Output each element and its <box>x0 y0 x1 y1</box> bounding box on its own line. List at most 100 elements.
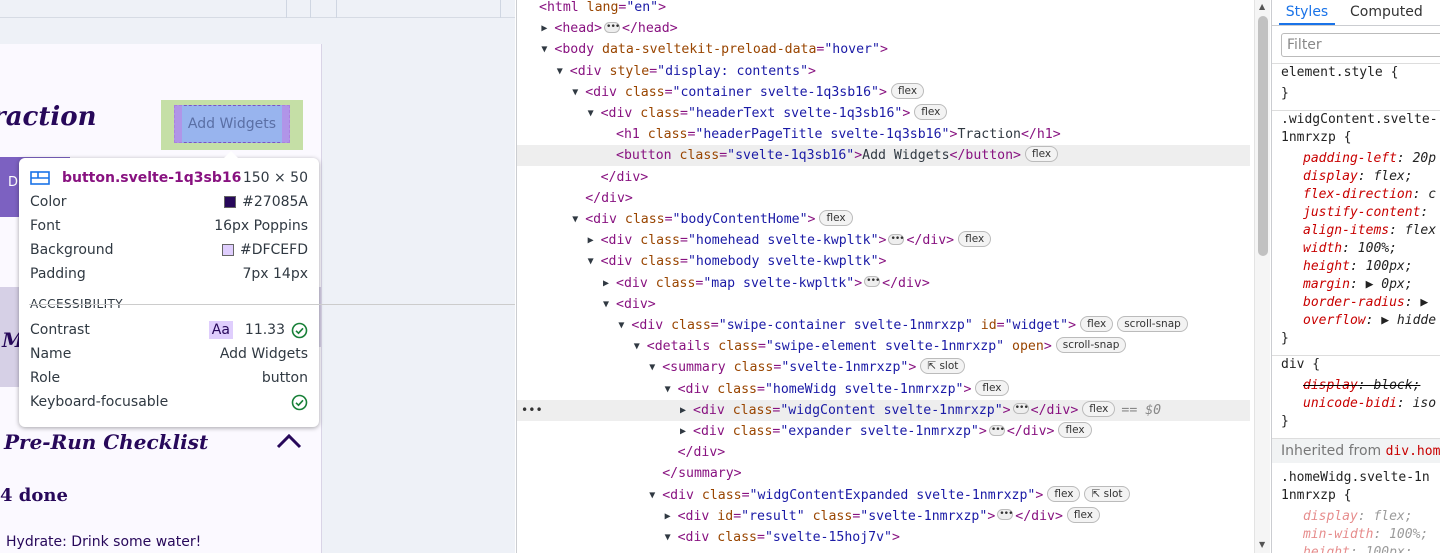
css-declaration[interactable]: align-items: flex <box>1303 222 1436 240</box>
css-declaration[interactable]: min-width: 100%; <box>1303 526 1428 544</box>
layout-badge[interactable]: flex <box>1066 506 1101 523</box>
css-declaration[interactable]: justify-content: <box>1303 204 1428 222</box>
collapsed-content-icon[interactable] <box>988 420 1005 441</box>
dom-node-row[interactable]: ▼ <div> <box>517 294 1250 315</box>
collapse-triangle-icon[interactable]: ▼ <box>588 103 594 124</box>
dom-node-row[interactable]: ▶ <head></head> <box>517 17 1250 39</box>
css-selector[interactable]: } <box>1281 330 1289 348</box>
collapse-triangle-icon[interactable]: ▼ <box>557 61 563 82</box>
dom-node-row[interactable]: ▼ <div class="container svelte-1q3sb16"> f… <box>517 82 1250 103</box>
dom-node-row[interactable]: <html lang="en"> <box>517 0 1250 18</box>
layout-badge[interactable]: ⇱ slot <box>1084 485 1130 502</box>
dom-node-row[interactable]: ▼ <div class="bodyContentHome"> flex <box>517 209 1250 230</box>
expand-triangle-icon[interactable]: ▶ <box>665 506 671 527</box>
layout-badge[interactable]: flex <box>1058 422 1092 438</box>
dom-node-row[interactable]: <h1 class="headerPageTitle svelte-1q3sb1… <box>517 124 1250 145</box>
css-declaration[interactable]: height: 100px; <box>1303 258 1413 276</box>
tab-computed[interactable]: Computed <box>1350 0 1423 25</box>
css-selector[interactable]: } <box>1281 413 1289 431</box>
chevron-up-icon[interactable] <box>276 432 302 450</box>
css-selector[interactable]: 1nmrxzp { <box>1281 487 1351 505</box>
css-declaration[interactable]: display: flex; <box>1303 508 1413 526</box>
dom-node-row[interactable]: ▼ <details class="swipe-element svelte-1n… <box>517 336 1250 357</box>
checklist-item[interactable]: Hydrate: Drink some water! <box>6 534 201 550</box>
dom-node-row[interactable]: ▶ <div id="result" class="svelte-1nmrxzp"… <box>517 504 1250 527</box>
css-declaration[interactable]: width: 100%; <box>1303 240 1397 258</box>
css-declaration[interactable]: display: flex; <box>1303 168 1413 186</box>
layout-badge[interactable]: flex <box>914 104 948 120</box>
layout-badge[interactable]: flex <box>975 379 1009 396</box>
dom-node-row[interactable]: <button class="svelte-1q3sb16">Add Widge… <box>517 145 1250 167</box>
checklist-title[interactable]: Pre-Run Checklist <box>4 430 208 454</box>
layout-badge[interactable]: ⇱ slot <box>920 358 966 375</box>
collapse-triangle-icon[interactable]: ▼ <box>603 294 609 315</box>
collapse-triangle-icon[interactable]: ▼ <box>634 336 640 357</box>
dom-node-row[interactable]: ▼ <div class="homebody svelte-kwpltk"> <box>517 251 1250 272</box>
scroll-down-icon[interactable]: ▼ <box>1259 540 1265 549</box>
elements-scrollbar[interactable]: ▲ ▼ <box>1254 0 1270 553</box>
css-selector[interactable]: .widgContent.svelte- <box>1281 111 1438 129</box>
dom-node-row[interactable]: ▼ <div style="display: contents"> <box>517 61 1250 82</box>
styles-filter-input[interactable]: Filter <box>1281 33 1440 57</box>
layout-badge[interactable]: flex <box>958 231 992 248</box>
css-declaration[interactable]: margin: ▶ 0px; <box>1303 276 1413 294</box>
collapse-triangle-icon[interactable]: ▼ <box>618 315 624 336</box>
css-selector[interactable]: 1nmrxzp { <box>1281 129 1351 147</box>
collapse-triangle-icon[interactable]: ▼ <box>665 379 671 400</box>
layout-badge[interactable]: flex <box>1082 400 1116 417</box>
dom-node-row[interactable]: </div> <box>517 188 1250 209</box>
dom-node-row[interactable]: ▶ <div class="map svelte-kwpltk"></div> <box>517 271 1250 294</box>
collapsed-content-icon[interactable] <box>1012 398 1029 419</box>
collapsed-content-icon[interactable] <box>888 229 905 250</box>
css-declaration[interactable]: height: 100px; <box>1303 544 1413 553</box>
layout-badge[interactable]: flex <box>1080 316 1114 332</box>
dom-node-row[interactable]: </summary> <box>517 463 1250 484</box>
dom-node-row[interactable]: ▼ <div class="svelte-15hoj7v"> <box>517 527 1250 548</box>
collapse-triangle-icon[interactable]: ▼ <box>649 485 655 506</box>
dom-node-row[interactable]: ▶ <div class="expander svelte-1nmrxzp"></… <box>517 420 1250 442</box>
dom-node-row[interactable]: ••• ▶ <div class="widgContent svelte-1nmrx… <box>517 398 1250 421</box>
dom-node-row[interactable]: ▼ <div class="homeWidg svelte-1nmrxzp"> fl… <box>517 379 1250 400</box>
node-menu-icon[interactable]: ••• <box>521 400 543 421</box>
inherited-from-selector[interactable]: div.home <box>1386 444 1440 459</box>
add-widgets-button[interactable]: Add Widgets <box>174 105 290 143</box>
layout-badge[interactable]: scroll-snap <box>1055 337 1127 354</box>
css-declaration[interactable]: border-radius: ▶ <box>1303 294 1428 312</box>
dom-node-row[interactable]: </div> <box>517 442 1250 463</box>
expand-triangle-icon[interactable]: ▶ <box>680 421 686 442</box>
dom-node-row[interactable]: ▶ <div class="homehead svelte-kwpltk"></d… <box>517 229 1250 251</box>
collapse-triangle-icon[interactable]: ▼ <box>541 39 547 60</box>
collapse-triangle-icon[interactable]: ▼ <box>588 251 594 272</box>
expand-triangle-icon[interactable]: ▶ <box>588 230 594 251</box>
dom-node-row[interactable]: ▼ <div class="headerText svelte-1q3sb16">… <box>517 103 1250 124</box>
css-selector[interactable]: .homeWidg.svelte-1n <box>1281 469 1430 487</box>
dom-node-row[interactable]: ▼ <body data-sveltekit-preload-data="hove… <box>517 39 1250 60</box>
tab-styles[interactable]: Styles <box>1279 0 1335 25</box>
dom-node-row[interactable]: ▼ <div class="swipe-container svelte-1nmr… <box>517 315 1250 336</box>
collapsed-content-icon[interactable] <box>604 17 621 38</box>
css-declaration[interactable]: flex-direction: c <box>1303 186 1436 204</box>
collapse-triangle-icon[interactable]: ▼ <box>665 527 671 548</box>
collapse-triangle-icon[interactable]: ▼ <box>572 82 578 103</box>
css-declaration[interactable]: unicode-bidi: iso <box>1303 395 1436 413</box>
css-declaration[interactable]: display: block; <box>1303 377 1420 395</box>
collapse-triangle-icon[interactable]: ▼ <box>649 357 655 378</box>
layout-badge[interactable]: flex <box>1047 485 1081 502</box>
css-selector[interactable]: div { <box>1281 356 1320 374</box>
layout-badge[interactable]: flex <box>819 210 853 226</box>
layout-badge[interactable]: flex <box>890 82 925 99</box>
scrollbar-thumb[interactable] <box>1258 16 1268 256</box>
dom-node-row[interactable]: ▼ <summary class="svelte-1nmrxzp"> ⇱ slot <box>517 357 1250 378</box>
scroll-up-icon[interactable]: ▲ <box>1259 2 1265 11</box>
collapsed-content-icon[interactable] <box>864 271 881 292</box>
css-declaration[interactable]: overflow: ▶ hidde <box>1303 312 1436 330</box>
layout-badge[interactable]: flex <box>1025 146 1059 163</box>
expand-triangle-icon[interactable]: ▶ <box>680 400 686 421</box>
collapse-triangle-icon[interactable]: ▼ <box>572 209 578 230</box>
expand-triangle-icon[interactable]: ▶ <box>603 273 609 294</box>
collapsed-content-icon[interactable] <box>997 504 1014 525</box>
dom-node-row[interactable]: ▼ <div class="widgContentExpanded svelte-… <box>517 485 1250 506</box>
layout-badge[interactable]: scroll-snap <box>1117 316 1188 332</box>
expand-triangle-icon[interactable]: ▶ <box>541 18 547 39</box>
css-selector[interactable]: } <box>1281 85 1289 103</box>
